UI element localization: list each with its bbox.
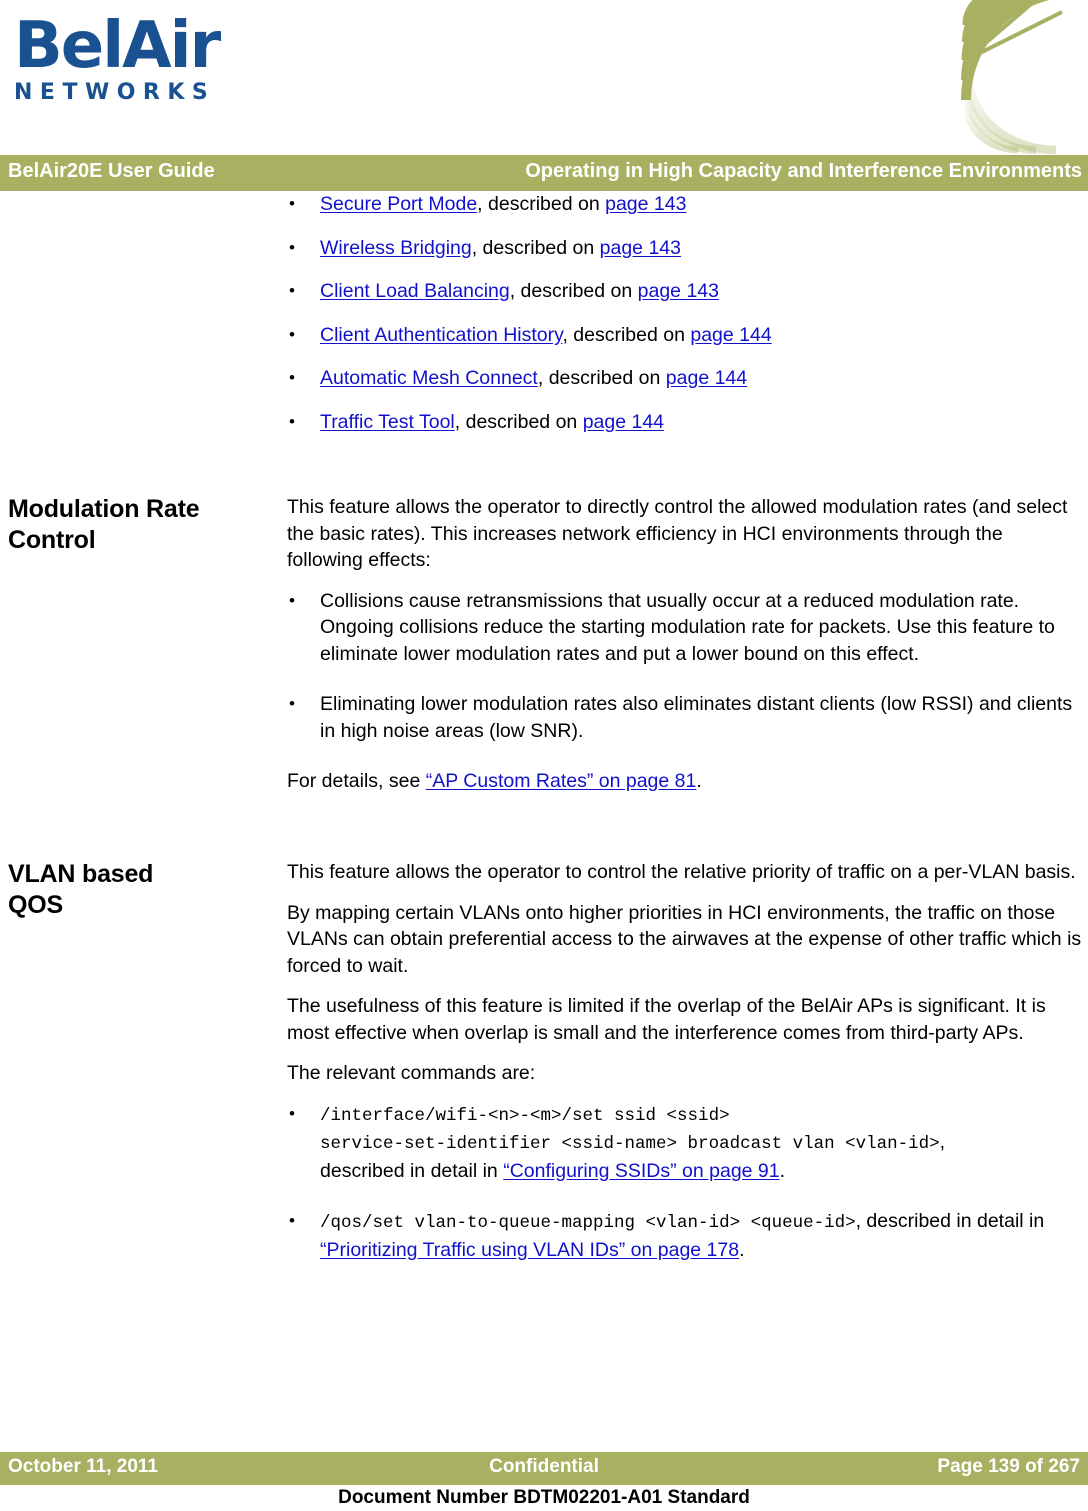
list-item-mid: , described on <box>509 280 638 302</box>
heading-line-2: QOS <box>8 891 63 919</box>
command-line-1: /qos/set vlan-to-queue-mapping <vlan-id>… <box>320 1213 856 1233</box>
feature-link-list: Secure Port Mode, described on page 143 … <box>287 191 1082 435</box>
masthead: BelAir NETWORKS <box>0 0 1088 155</box>
heading-line-2: Control <box>8 526 96 554</box>
section-body-modulation-rate-control: This feature allows the operator to dire… <box>287 494 1082 809</box>
link-page-ref[interactable]: page 143 <box>638 280 719 302</box>
command-tail-suffix: . <box>739 1238 745 1261</box>
list-item: /qos/set vlan-to-queue-mapping <vlan-id>… <box>287 1208 1082 1263</box>
command-tail-prefix: described in detail in <box>320 1159 504 1182</box>
list-item-mid: , described on <box>477 193 606 215</box>
logo-wordmark: BelAir <box>14 9 221 83</box>
link-page-ref[interactable]: page 144 <box>666 367 747 389</box>
list-item-mid: , described on <box>454 410 583 433</box>
vlan-paragraph-4: The relevant commands are: <box>287 1062 536 1084</box>
details-prefix: For details, see <box>287 770 426 792</box>
link-page-ref[interactable]: page 143 <box>600 237 681 259</box>
brand-arcs-graphic <box>928 0 1088 155</box>
link-traffic-test-tool[interactable]: Traffic Test Tool <box>320 411 455 433</box>
link-ap-custom-rates[interactable]: “AP Custom Rates” on page 81 <box>426 770 697 792</box>
list-item: Eliminating lower modulation rates also … <box>287 691 1082 744</box>
heading-line-1: Modulation Rate <box>8 495 200 523</box>
command-line-2: service-set-identifier <ssid-name> broad… <box>320 1134 940 1154</box>
link-prioritizing-traffic-vlan-ids[interactable]: “Prioritizing Traffic using VLAN IDs” on… <box>320 1239 739 1261</box>
footer-document-number: Document Number BDTM02201-A01 Standard <box>338 1487 750 1508</box>
vlan-paragraph-1: This feature allows the operator to cont… <box>287 861 1076 883</box>
footer-page-number: Page 139 of 267 <box>937 1456 1080 1477</box>
link-page-ref[interactable]: page 143 <box>605 193 686 215</box>
footer-classification: Confidential <box>489 1456 599 1477</box>
feature-link-list-container: Secure Port Mode, described on page 143 … <box>287 191 1082 452</box>
header-guide-title: BelAir20E User Guide <box>8 160 215 182</box>
link-wireless-bridging[interactable]: Wireless Bridging <box>320 237 472 259</box>
page-header-bar: BelAir20E User Guide Operating in High C… <box>0 155 1088 191</box>
logo-subtext: NETWORKS <box>14 80 216 105</box>
belair-networks-logo: BelAir NETWORKS <box>14 14 274 114</box>
list-item-mid: , described on <box>562 323 691 346</box>
details-suffix: . <box>696 770 702 792</box>
command-tail-suffix: . <box>779 1159 786 1182</box>
vlan-commands-list: /interface/wifi-<n>-<m>/set ssid <ssid> … <box>287 1101 1082 1264</box>
list-item: Wireless Bridging, described on page 143 <box>287 235 1082 262</box>
list-item: /interface/wifi-<n>-<m>/set ssid <ssid> … <box>287 1101 1082 1185</box>
link-automatic-mesh-connect[interactable]: Automatic Mesh Connect <box>320 367 538 389</box>
modulation-details-paragraph: For details, see “AP Custom Rates” on pa… <box>287 768 1082 795</box>
modulation-intro-paragraph: This feature allows the operator to dire… <box>287 496 1068 571</box>
link-client-load-balancing[interactable]: Client Load Balancing <box>320 280 510 302</box>
vlan-paragraph-2: By mapping certain VLANs onto higher pri… <box>287 901 1082 977</box>
section-body-vlan-based-qos: This feature allows the operator to cont… <box>287 859 1082 1287</box>
list-item: Secure Port Mode, described on page 143 <box>287 191 1082 218</box>
list-item-mid: , described on <box>537 367 666 389</box>
section-heading-modulation-rate-control: Modulation Rate Control <box>8 494 270 556</box>
link-page-ref[interactable]: page 144 <box>690 324 771 346</box>
list-item: Collisions cause retransmissions that us… <box>287 588 1082 668</box>
section-heading-vlan-based-qos: VLAN based QOS <box>8 859 270 921</box>
link-page-ref[interactable]: page 144 <box>583 411 664 433</box>
list-item: Automatic Mesh Connect, described on pag… <box>287 365 1082 392</box>
vlan-paragraph-3: The usefulness of this feature is limite… <box>287 995 1046 1044</box>
page-content: Secure Port Mode, described on page 143 … <box>0 191 1088 1436</box>
header-chapter-title: Operating in High Capacity and Interfere… <box>525 160 1082 182</box>
page-footer-bar: October 11, 2011 Confidential Page 139 o… <box>0 1452 1088 1485</box>
list-item: Client Authentication History, described… <box>287 322 1082 349</box>
command-line-1: /interface/wifi-<n>-<m>/set ssid <ssid> <box>320 1105 730 1126</box>
heading-line-1: VLAN based <box>8 860 154 888</box>
link-secure-port-mode[interactable]: Secure Port Mode <box>320 193 477 215</box>
list-item-mid: , described on <box>471 236 600 259</box>
command-tail-prefix: described in detail in <box>861 1210 1045 1232</box>
list-item: Traffic Test Tool, described on page 144 <box>287 409 1082 436</box>
command-trailing-comma: , <box>939 1131 946 1153</box>
modulation-effects-list: Collisions cause retransmissions that us… <box>287 588 1082 745</box>
list-item: Client Load Balancing, described on page… <box>287 278 1082 305</box>
link-configuring-ssids[interactable]: “Configuring SSIDs” on page 91 <box>503 1160 779 1182</box>
link-client-authentication-history[interactable]: Client Authentication History <box>320 324 562 346</box>
